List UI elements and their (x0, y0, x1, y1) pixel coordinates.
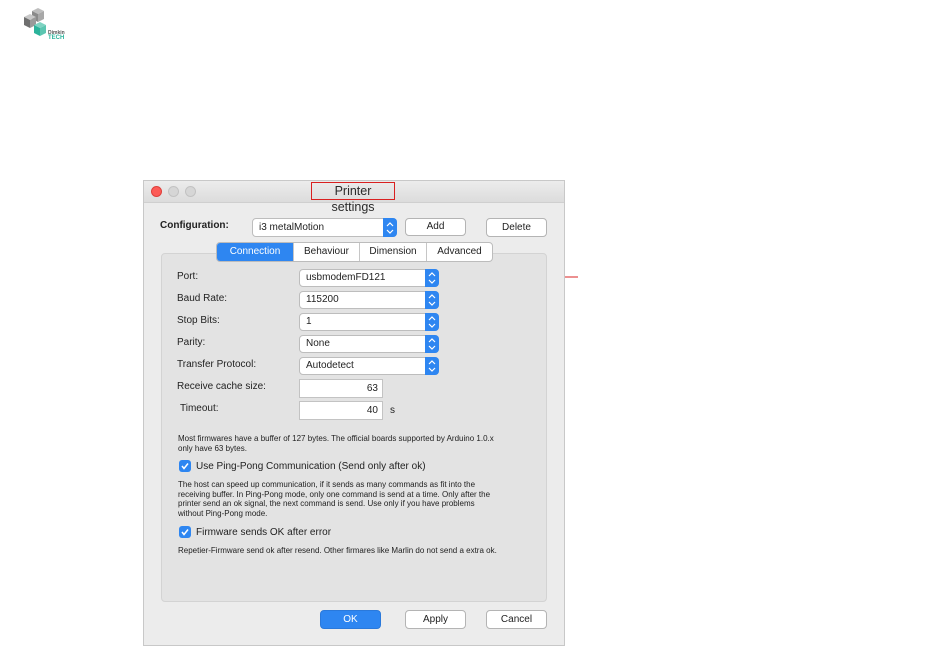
chevron-updown-icon (383, 218, 397, 237)
receive-cache-label: Receive cache size: (177, 381, 266, 392)
chevron-updown-icon (425, 269, 439, 287)
stop-bits-label: Stop Bits: (177, 315, 220, 326)
receive-cache-input[interactable]: 63 (299, 379, 383, 398)
tab-behaviour[interactable]: Behaviour (294, 243, 360, 261)
chevron-updown-icon (425, 291, 439, 309)
configuration-value: i3 metalMotion (259, 222, 325, 233)
pingpong-checkbox[interactable] (179, 460, 191, 472)
firmware-ok-label[interactable]: Firmware sends OK after error (196, 527, 331, 538)
buffer-note: Most firmwares have a buffer of 127 byte… (178, 434, 494, 453)
minimize-window-button[interactable] (168, 186, 179, 197)
pingpong-description-line2: receiving buffer. In Ping-Pong mode, onl… (178, 489, 491, 499)
configuration-label: Configuration: (160, 220, 229, 231)
tab-connection[interactable]: Connection (217, 243, 294, 261)
window-titlebar[interactable]: Printer settings (144, 181, 564, 214)
stop-bits-value: 1 (306, 316, 312, 327)
pingpong-label[interactable]: Use Ping-Pong Communication (Send only a… (196, 461, 426, 472)
checkmark-icon (181, 529, 189, 536)
timeout-input[interactable]: 40 (299, 401, 383, 420)
transfer-protocol-label: Transfer Protocol: (177, 359, 257, 370)
company-logo: Dimkin TECH (22, 3, 72, 45)
baud-rate-label: Baud Rate: (177, 293, 228, 304)
parity-label: Parity: (177, 337, 206, 348)
firmware-ok-checkbox[interactable] (179, 526, 191, 538)
apply-button[interactable]: Apply (405, 610, 466, 629)
chevron-updown-icon (425, 313, 439, 331)
add-configuration-button[interactable]: Add (405, 218, 466, 236)
stop-bits-select[interactable]: 1 (299, 313, 439, 331)
chevron-updown-icon (425, 335, 439, 353)
buffer-note-line2: only have 63 bytes. (178, 443, 247, 453)
baud-rate-select[interactable]: 115200 (299, 291, 439, 309)
ok-button[interactable]: OK (320, 610, 381, 629)
firmware-ok-description: Repetier-Firmware send ok after resend. … (178, 546, 497, 555)
pingpong-description-line3: printer send an ok signal, the next comm… (178, 499, 475, 509)
close-window-button[interactable] (151, 186, 162, 197)
transfer-protocol-value: Autodetect (306, 360, 354, 371)
pingpong-description-line1: The host can speed up communication, if … (178, 480, 476, 489)
checkmark-icon (181, 463, 189, 470)
port-label: Port: (177, 271, 199, 282)
buffer-note-line1: Most firmwares have a buffer of 127 byte… (178, 434, 494, 443)
zoom-window-button[interactable] (185, 186, 196, 197)
pingpong-description: The host can speed up communication, if … (178, 480, 490, 518)
transfer-protocol-select[interactable]: Autodetect (299, 357, 439, 375)
pingpong-description-line4: without Ping-Pong mode. (178, 508, 268, 518)
window-title: Printer settings (311, 182, 395, 214)
port-value: usbmodemFD121 (306, 272, 386, 283)
port-select[interactable]: usbmodemFD121 (299, 269, 439, 287)
baud-rate-value: 115200 (306, 294, 339, 305)
tab-advanced[interactable]: Advanced (427, 243, 492, 261)
tab-dimension[interactable]: Dimension (360, 243, 427, 261)
printer-settings-window: Printer settings Configuration: i3 metal… (143, 180, 565, 646)
timeout-unit: s (390, 405, 395, 416)
chevron-updown-icon (425, 357, 439, 375)
parity-value: None (306, 338, 330, 349)
timeout-label: Timeout: (180, 403, 219, 414)
parity-select[interactable]: None (299, 335, 439, 353)
cancel-button[interactable]: Cancel (486, 610, 547, 629)
configuration-select[interactable]: i3 metalMotion (252, 218, 397, 237)
settings-tabs: Connection Behaviour Dimension Advanced (216, 242, 493, 262)
logo-brand-line2: TECH (48, 35, 65, 41)
delete-configuration-button[interactable]: Delete (486, 218, 547, 237)
logo-cubes-icon (24, 8, 46, 36)
